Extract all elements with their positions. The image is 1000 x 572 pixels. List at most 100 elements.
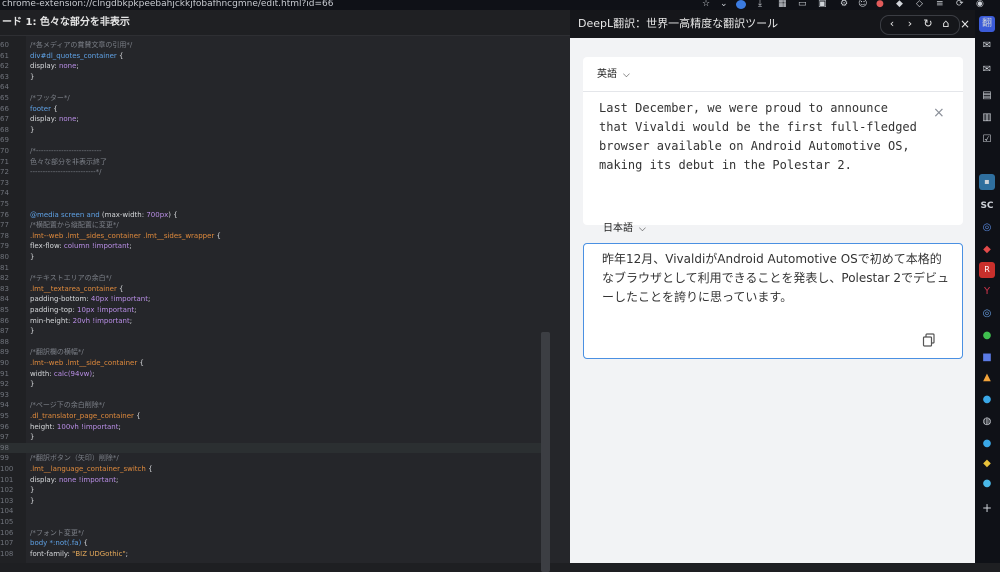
target-textarea[interactable]: 昨年12月、VivaldiがAndroid Automotive OSで初めて本… <box>602 250 950 307</box>
code-line[interactable]: 106 /*フォント変更*/ <box>0 528 545 539</box>
code-line[interactable]: 70 /*-------------------------- <box>0 146 545 157</box>
code-line[interactable]: 67 display: none; <box>0 114 545 125</box>
sidebar-app-icon-6[interactable]: ● <box>979 476 995 492</box>
shield-icon[interactable]: ◆ <box>896 0 903 9</box>
code-line[interactable]: 65 /*フッター*/ <box>0 93 545 104</box>
sidebar-r-icon[interactable]: R <box>979 262 995 278</box>
code-line[interactable]: 101 display: none !important; <box>0 475 545 486</box>
code-line[interactable]: 74 <box>0 188 545 199</box>
code-line[interactable]: 91 width: calc(94vw); <box>0 369 545 380</box>
sidebar-mail-icon-2[interactable]: ✉ <box>979 62 995 78</box>
code-line[interactable]: 97} <box>0 432 545 443</box>
code-line[interactable]: 100 .lmt__language_container_switch { <box>0 464 545 475</box>
sidebar-app-icon-2[interactable]: ▲ <box>979 370 995 386</box>
code-line[interactable]: 98 <box>0 442 545 454</box>
code-line[interactable]: 107 body *:not(.fa) { <box>0 538 545 549</box>
menu-icon[interactable]: ≡ <box>936 0 944 9</box>
code-line[interactable]: 93 <box>0 390 545 401</box>
gear-icon[interactable]: ⚙ <box>840 0 848 9</box>
source-language-select[interactable]: 英語 ⌵ <box>597 65 630 80</box>
extensions-icon[interactable]: ▦ <box>778 0 787 9</box>
target-language-select[interactable]: 日本語 ⌵ <box>603 219 646 234</box>
sidebar-add-icon[interactable]: + <box>979 500 995 516</box>
code-line[interactable]: 69 <box>0 135 545 146</box>
window-icon[interactable]: ▭ <box>798 0 807 9</box>
code-line[interactable]: 61 div#dl_quotes_container { <box>0 51 545 62</box>
code-line[interactable]: 68} <box>0 125 545 136</box>
code-line[interactable]: 99 /*翻訳ボタン（矢印）削除*/ <box>0 453 545 464</box>
sidebar-yahoo-icon[interactable]: Y <box>979 284 995 300</box>
sidebar-app-icon[interactable]: ◆ <box>979 242 995 258</box>
bookmark-icon[interactable]: ☆ <box>702 0 710 9</box>
code-line[interactable]: 90 .lmt--web .lmt__side_container { <box>0 358 545 369</box>
back-icon[interactable]: ‹ <box>884 16 900 32</box>
clear-icon[interactable]: × <box>933 105 945 121</box>
code-line[interactable]: 89 /*翻訳欄の横幅*/ <box>0 347 545 358</box>
download-icon[interactable]: ⤓ <box>758 0 762 9</box>
source-textarea[interactable]: Last December, we were proud to announce… <box>599 99 919 175</box>
code-line[interactable]: 77 /*横配置から縦配置に変更*/ <box>0 220 545 231</box>
code-line[interactable]: 84 padding-bottom: 40px !important; <box>0 294 545 305</box>
sidebar-translate-icon[interactable]: 翻 <box>979 16 995 32</box>
address-bar[interactable]: chrome-extension://clngdbkpkpeebahjckkjf… <box>0 0 1000 10</box>
code-line[interactable]: 102} <box>0 485 545 496</box>
code-line[interactable]: 105 <box>0 517 545 528</box>
sidebar-mail-icon[interactable]: ✉ <box>979 38 995 54</box>
code-line[interactable]: 92} <box>0 379 545 390</box>
code-line[interactable]: 71 色々な部分を非表示終了 <box>0 157 545 168</box>
code-line[interactable]: 64 <box>0 82 545 93</box>
code-line[interactable]: 95 .dl_translator_page_container { <box>0 411 545 422</box>
code-line[interactable]: 83 .lmt__textarea_container { <box>0 284 545 295</box>
sidebar-app-icon-3[interactable]: ● <box>979 392 995 408</box>
sidebar-sc-icon[interactable]: SC <box>979 198 995 214</box>
close-icon[interactable]: × <box>960 10 970 38</box>
code-line[interactable]: 76 @media screen and (max-width: 700px) { <box>0 210 545 221</box>
code-line[interactable]: 108 font-family: "BIZ UDGothic"; <box>0 549 545 560</box>
profile-icon[interactable]: ● <box>876 0 884 9</box>
puzzle-icon[interactable]: ◇ <box>916 0 923 9</box>
code-line[interactable]: 82 /*テキストエリアの余白*/ <box>0 273 545 284</box>
avatar-icon[interactable]: ◉ <box>976 0 984 9</box>
code-line[interactable]: 62 display: none; <box>0 61 545 72</box>
code-line[interactable]: 80} <box>0 252 545 263</box>
copy-icon[interactable] <box>922 333 936 347</box>
home-icon[interactable]: ⌂ <box>938 16 954 32</box>
wallet-icon[interactable]: ▣ <box>818 0 827 9</box>
code-line[interactable]: 103} <box>0 496 545 507</box>
chevron-down-icon[interactable]: ⌄ <box>720 0 728 9</box>
forward-icon[interactable]: › <box>902 16 918 32</box>
code-line[interactable]: 60 /*各メディアの賞賛文章の引用*/ <box>0 40 545 51</box>
sidebar-app-icon-5[interactable]: ◆ <box>979 456 995 472</box>
code-line[interactable]: 86 min-height: 20vh !important; <box>0 316 545 327</box>
sidebar-globe-icon-2[interactable]: ◎ <box>979 306 995 322</box>
code-line[interactable]: 78 .lmt--web .lmt__sides_container .lmt__… <box>0 231 545 242</box>
sidebar-tasks-icon[interactable]: ☑ <box>979 132 995 148</box>
code-line[interactable]: 66 footer { <box>0 104 545 115</box>
code-line[interactable]: 85 padding-top: 10px !important; <box>0 305 545 316</box>
editor-scrollbar[interactable] <box>541 332 550 572</box>
code-line[interactable]: 75 <box>0 199 545 210</box>
code-line[interactable]: 96 height: 100vh !important; <box>0 422 545 433</box>
code-line[interactable]: 94 /*ページ下の余白削除*/ <box>0 400 545 411</box>
extension-icon[interactable] <box>736 0 746 9</box>
code-line[interactable]: 81 <box>0 263 545 274</box>
code-line[interactable]: 63} <box>0 72 545 83</box>
sidebar-mail-icon-3[interactable]: ■ <box>979 350 995 366</box>
sidebar-news-icon[interactable]: ▪ <box>979 174 995 190</box>
emoji-icon[interactable]: ☺ <box>858 0 867 9</box>
code-line[interactable]: 72 --------------------------*/ <box>0 167 545 178</box>
address-url[interactable]: chrome-extension://clngdbkpkpeebahjckkjf… <box>2 0 334 9</box>
code-line[interactable]: 88 <box>0 337 545 348</box>
code-line[interactable]: 87} <box>0 326 545 337</box>
sync-icon[interactable]: ⟳ <box>956 0 964 9</box>
code-line[interactable]: 73 <box>0 178 545 189</box>
sidebar-globe-icon[interactable]: ◎ <box>979 220 995 236</box>
code-line[interactable]: 104 <box>0 506 545 517</box>
sidebar-chat-icon[interactable]: ● <box>979 328 995 344</box>
sidebar-notes-icon[interactable]: ▥ <box>979 110 995 126</box>
code-line[interactable]: 79 flex-flow: column !important; <box>0 241 545 252</box>
sidebar-app-icon-4[interactable]: ● <box>979 436 995 452</box>
sidebar-feed-icon[interactable]: ▤ <box>979 88 995 104</box>
reload-icon[interactable]: ↻ <box>920 16 936 32</box>
sidebar-web-icon[interactable]: ◍ <box>979 414 995 430</box>
